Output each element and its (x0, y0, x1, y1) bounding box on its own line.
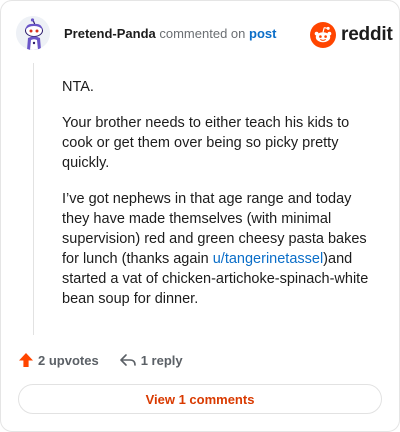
comment-paragraph-1: NTA. (62, 79, 94, 95)
comment-paragraph-2: Your brother needs to either teach his k… (62, 115, 350, 171)
upvote-button[interactable]: 2 upvotes (18, 352, 99, 368)
avatar[interactable] (16, 16, 50, 50)
avatar-icon (16, 16, 50, 50)
comment-card: Pretend-Panda commented on post reddit N… (0, 0, 400, 432)
post-link[interactable]: post (249, 26, 276, 41)
user-mention-link[interactable]: u/tangerinetassel (213, 251, 323, 267)
comment-header: Pretend-Panda commented on post (64, 26, 276, 42)
comment-actions: 2 upvotes 1 reply (18, 350, 183, 370)
upvote-arrow-icon (19, 353, 33, 367)
reply-button[interactable]: 1 reply (119, 352, 183, 368)
reddit-logo[interactable]: reddit (310, 22, 393, 48)
upvote-count: 2 upvotes (38, 352, 99, 368)
reddit-logo-icon (310, 22, 336, 48)
reply-count: 1 reply (140, 352, 183, 368)
commented-on-text: commented on (159, 26, 246, 41)
view-comments-button[interactable]: View 1 comments (18, 384, 382, 414)
comment-paragraph-3: I’ve got nephews in that age range and t… (62, 189, 380, 309)
username-link[interactable]: Pretend-Panda (64, 26, 156, 41)
reddit-wordmark: reddit (341, 24, 393, 45)
thread-line (33, 63, 34, 335)
reply-icon (119, 354, 136, 366)
comment-body: NTA. Your brother needs to either teach … (62, 77, 380, 325)
